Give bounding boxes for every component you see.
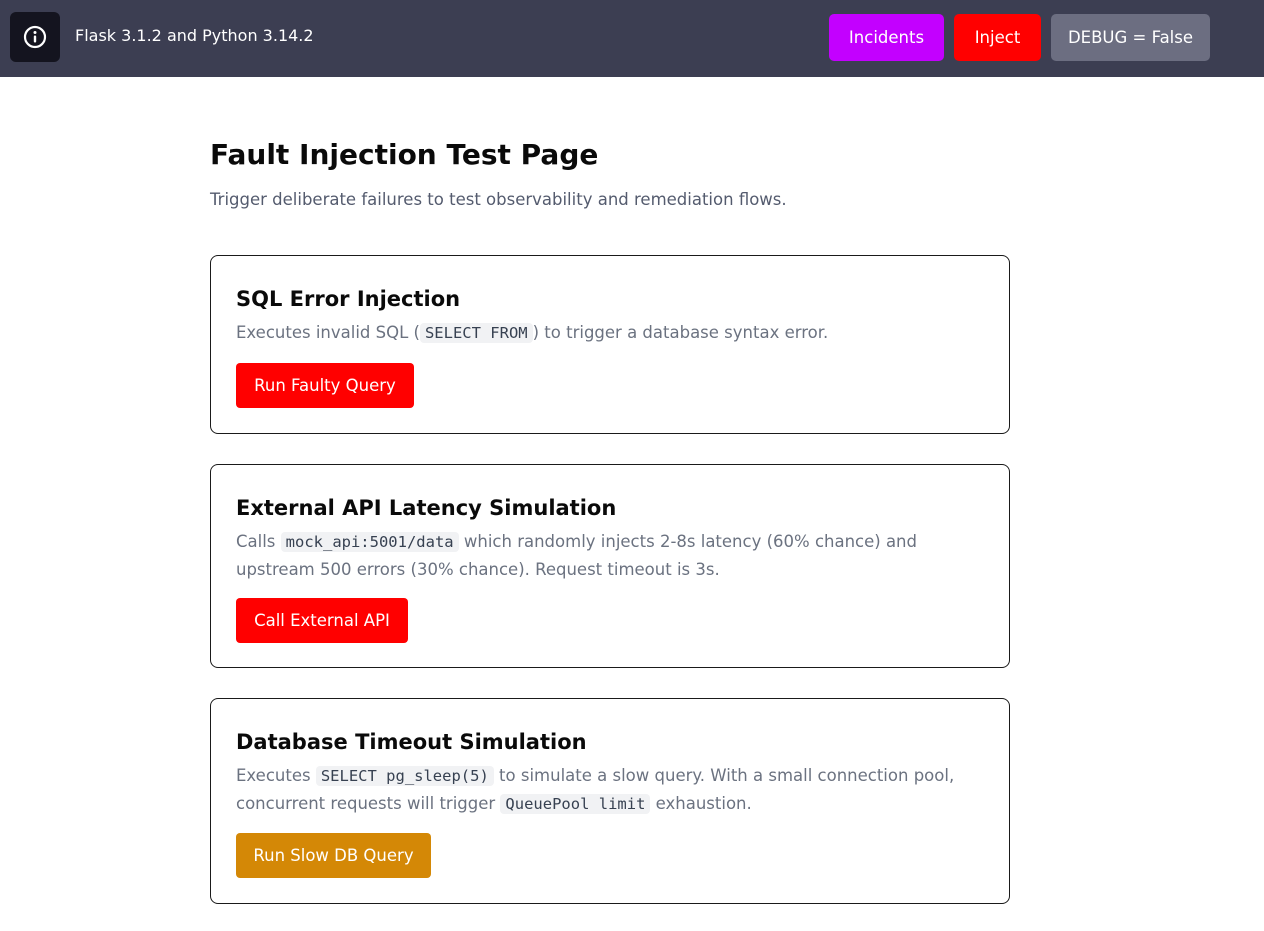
- external-api-description: Calls mock_api:5001/data which randomly …: [236, 528, 996, 583]
- inject-button[interactable]: Inject: [954, 14, 1041, 61]
- external-api-card: External API Latency Simulation Calls mo…: [210, 464, 1010, 668]
- db-timeout-description: Executes SELECT pg_sleep(5) to simulate …: [236, 762, 996, 818]
- run-faulty-query-button[interactable]: Run Faulty Query: [236, 363, 414, 408]
- desc-text: ) to trigger a database syntax error.: [532, 323, 829, 342]
- inline-code: SELECT pg_sleep(5): [315, 766, 494, 786]
- inline-code: mock_api:5001/data: [280, 532, 459, 552]
- page-title: Fault Injection Test Page: [210, 138, 599, 171]
- db-timeout-title: Database Timeout Simulation: [236, 730, 587, 754]
- top-navbar: Flask 3.1.2 and Python 3.14.2 Incidents …: [0, 0, 1264, 77]
- sql-error-description: Executes invalid SQL (SELECT FROM) to tr…: [236, 319, 996, 347]
- desc-text: Executes: [236, 766, 316, 785]
- sql-error-card: SQL Error Injection Executes invalid SQL…: [210, 255, 1010, 434]
- desc-text: Calls: [236, 532, 281, 551]
- version-text: Flask 3.1.2 and Python 3.14.2: [75, 26, 314, 45]
- db-timeout-card: Database Timeout Simulation Executes SEL…: [210, 698, 1010, 904]
- desc-text: Executes invalid SQL (: [236, 323, 420, 342]
- incidents-button[interactable]: Incidents: [829, 14, 944, 61]
- debug-status-button[interactable]: DEBUG = False: [1051, 14, 1210, 61]
- inline-code: SELECT FROM: [419, 323, 533, 343]
- sql-error-title: SQL Error Injection: [236, 287, 461, 311]
- run-slow-db-query-button[interactable]: Run Slow DB Query: [236, 833, 431, 878]
- info-button[interactable]: [10, 12, 60, 62]
- info-circle-icon: [23, 25, 47, 49]
- external-api-title: External API Latency Simulation: [236, 496, 617, 520]
- inline-code: QueuePool limit: [500, 794, 651, 814]
- page-subtitle: Trigger deliberate failures to test obse…: [210, 190, 787, 209]
- call-external-api-button[interactable]: Call External API: [236, 598, 408, 643]
- desc-text: exhaustion.: [650, 794, 752, 813]
